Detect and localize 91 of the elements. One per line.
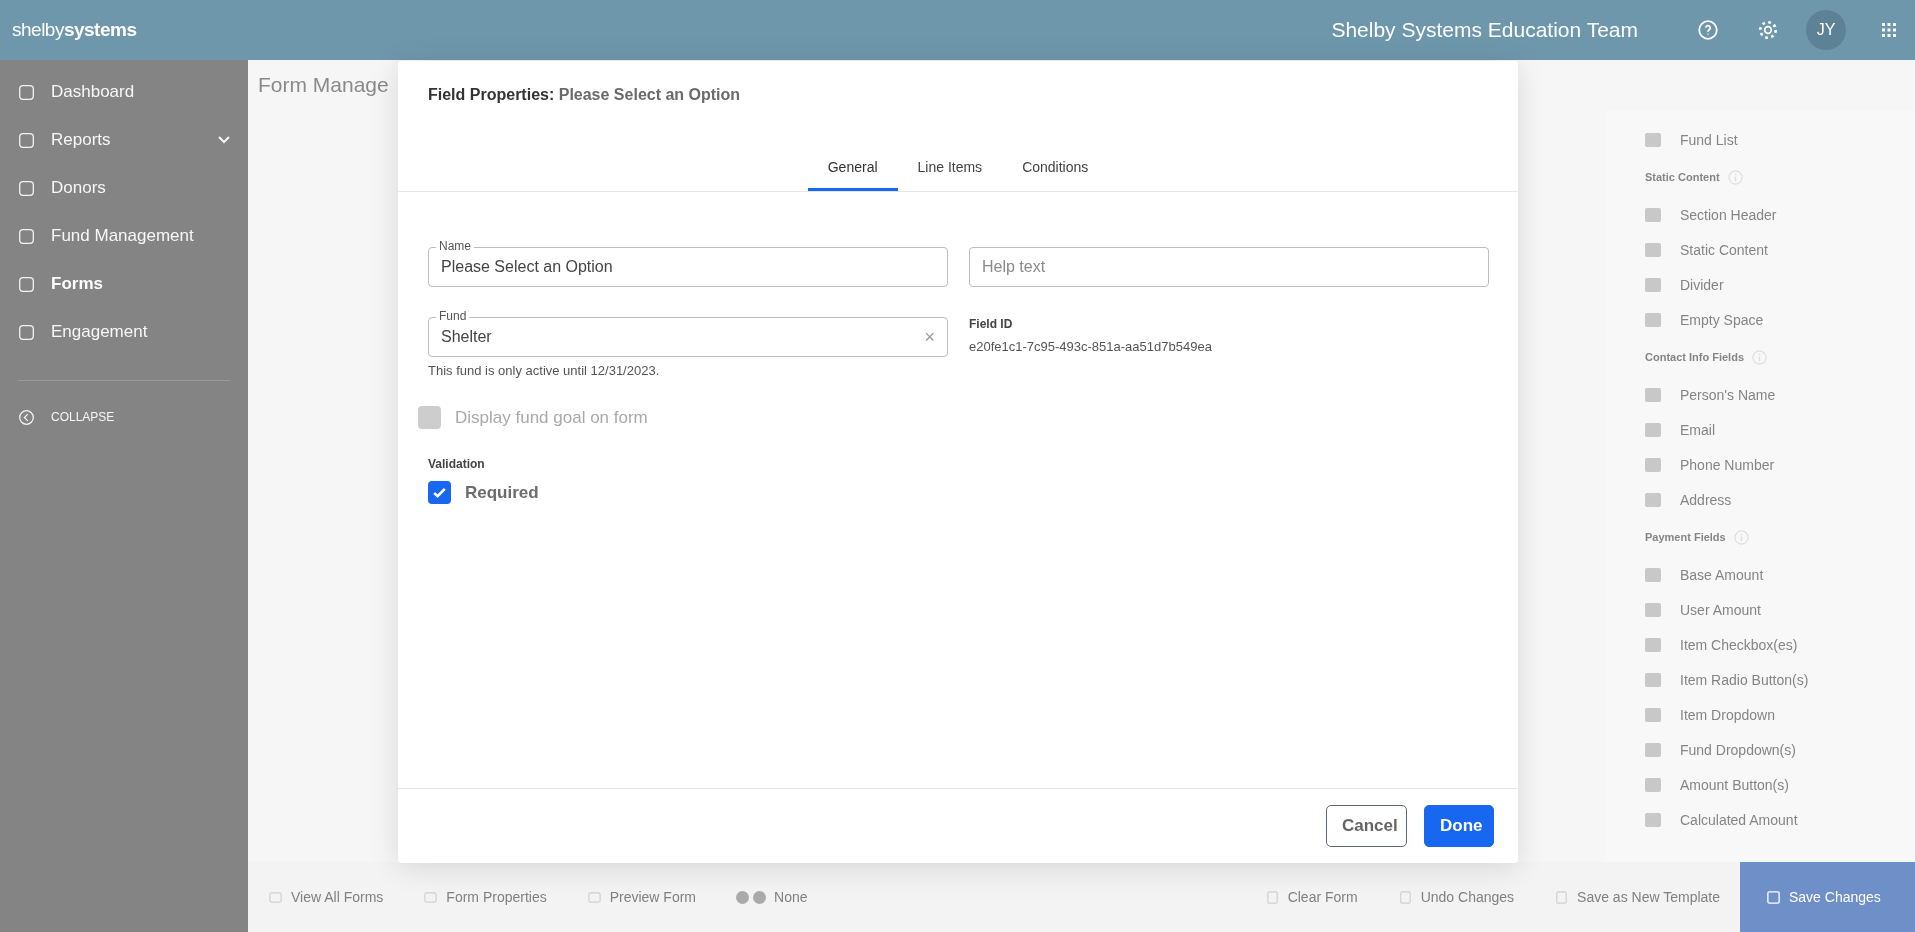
help-text-field[interactable]: Help text <box>969 247 1489 287</box>
palette-item[interactable]: Phone Number <box>1645 447 1915 482</box>
sidebar-item[interactable]: Reports <box>0 116 248 164</box>
field-id-value: e20fe1c1-7c95-493c-851a-aa51d7b549ea <box>969 339 1213 354</box>
field-type-icon <box>1645 672 1661 687</box>
field-label: Name <box>436 239 474 253</box>
nav-icon <box>18 179 35 197</box>
nav-icon <box>18 275 35 293</box>
palette-section-title: Payment Fields <box>1645 531 1726 543</box>
dialog-title: Field Properties: Please Select an Option <box>427 85 742 105</box>
settings-icon[interactable] <box>1757 19 1779 41</box>
field-type-icon <box>1645 277 1661 292</box>
field-type-icon <box>1645 492 1661 507</box>
palette-section-title: Contact Info Fields <box>1645 351 1744 363</box>
organization-name: Shelby Systems Education Team <box>1331 18 1638 42</box>
field-type-icon <box>1645 132 1661 147</box>
toolbar-icon <box>268 889 283 905</box>
sidebar-item[interactable]: Dashboard <box>0 68 248 116</box>
palette-item[interactable]: Static Content <box>1645 232 1915 267</box>
toolbar-icon <box>586 889 602 905</box>
checkbox-label: Required <box>465 482 539 503</box>
toolbar-icon <box>1264 889 1280 905</box>
toolbar-icon <box>1554 889 1570 905</box>
chevron-down-icon <box>218 136 230 144</box>
field-type-icon <box>1645 637 1661 652</box>
palette-item[interactable]: Fund List <box>1645 122 1915 157</box>
checkbox[interactable] <box>428 481 451 504</box>
toolbar-button[interactable]: Undo Changes <box>1377 889 1535 905</box>
palette-item[interactable]: Item Radio Button(s) <box>1645 662 1915 697</box>
toolbar-button[interactable]: Save as New Template <box>1534 889 1740 905</box>
collapse-button[interactable]: COLLAPSE <box>0 393 248 441</box>
palette-item[interactable]: Section Header <box>1645 197 1915 232</box>
user-avatar[interactable]: JY <box>1806 10 1846 50</box>
save-changes-button[interactable]: Save Changes <box>1740 862 1915 932</box>
checkbox-label: Display fund goal on form <box>455 407 648 428</box>
palette-item[interactable]: Address <box>1645 482 1915 517</box>
field-type-icon <box>1645 422 1661 437</box>
field-type-icon <box>1645 602 1661 617</box>
field-type-icon <box>1645 242 1661 257</box>
clear-button[interactable]: × <box>924 326 935 348</box>
preview-toggle[interactable]: None <box>716 889 828 905</box>
field-type-icon <box>1645 777 1661 792</box>
field-type-icon <box>1645 312 1661 327</box>
toolbar-icon <box>423 889 439 905</box>
nav-icon <box>18 83 35 101</box>
page-title: Form Manage <box>258 73 389 97</box>
palette-item[interactable]: Base Amount <box>1645 557 1915 592</box>
done-button[interactable]: Done <box>1424 805 1494 847</box>
palette-item[interactable]: Item Dropdown <box>1645 697 1915 732</box>
sidebar-item[interactable]: Donors <box>0 164 248 212</box>
cancel-button[interactable]: Cancel <box>1326 805 1407 847</box>
nav-icon <box>18 131 35 149</box>
chevron-left-circle-icon <box>18 408 35 426</box>
field-id-label: Field ID <box>969 317 1014 331</box>
tab[interactable]: General <box>807 152 898 191</box>
fund-hint: This fund is only active until 12/31/2023. <box>428 363 661 378</box>
toolbar-button[interactable]: Preview Form <box>566 889 717 905</box>
tab[interactable]: Line Items <box>897 152 1003 191</box>
toolbar-button[interactable]: Clear Form <box>1244 889 1378 905</box>
sidebar-item[interactable]: Fund Management <box>0 212 248 260</box>
toolbar-button[interactable]: View All Forms <box>248 889 404 905</box>
nav-icon <box>18 323 35 341</box>
palette-item[interactable]: Item Checkbox(es) <box>1645 627 1915 662</box>
sidebar-item[interactable]: Forms <box>0 260 248 308</box>
toolbar-icon <box>1397 889 1413 905</box>
sidebar-item[interactable]: Engagement <box>0 308 248 356</box>
palette-section-title: Static Content <box>1645 171 1720 183</box>
field-type-icon <box>1645 812 1661 827</box>
field-type-icon <box>1645 207 1661 222</box>
palette-item[interactable]: Amount Button(s) <box>1645 767 1915 802</box>
palette-item[interactable]: Email <box>1645 412 1915 447</box>
nav-icon <box>18 227 35 245</box>
toolbar-button[interactable]: Form Properties <box>403 889 567 905</box>
palette-item[interactable]: Empty Space <box>1645 302 1915 337</box>
palette-item[interactable]: Fund Dropdown(s) <box>1645 732 1915 767</box>
palette-item[interactable]: User Amount <box>1645 592 1915 627</box>
field-type-icon <box>1645 567 1661 582</box>
toggle-icon <box>736 890 767 904</box>
field-type-icon <box>1645 387 1661 402</box>
field-type-icon <box>1645 707 1661 722</box>
field-type-icon <box>1645 457 1661 472</box>
tab[interactable]: Conditions <box>1002 152 1109 191</box>
apps-grid-icon[interactable] <box>1881 22 1897 38</box>
palette-item[interactable]: Divider <box>1645 267 1915 302</box>
palette-item[interactable]: Calculated Amount <box>1645 802 1915 837</box>
field-type-icon <box>1645 742 1661 757</box>
palette-item[interactable]: Person's Name <box>1645 377 1915 412</box>
logo[interactable]: shelbysystems <box>12 19 137 41</box>
field-label: Fund <box>436 309 470 323</box>
section-label: Validation <box>428 457 486 471</box>
help-icon[interactable] <box>1697 19 1719 41</box>
